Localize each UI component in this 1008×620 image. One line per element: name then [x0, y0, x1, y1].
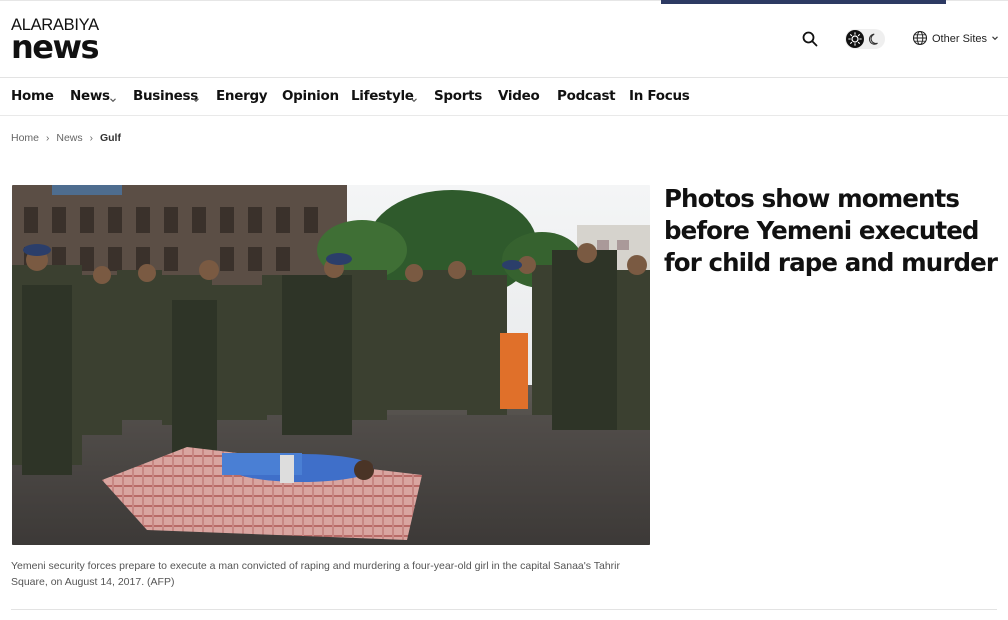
- nav-item-energy[interactable]: Energy: [216, 88, 268, 104]
- chevron-down-icon[interactable]: [192, 91, 200, 103]
- breadcrumb-current: Gulf: [99, 132, 121, 144]
- nav-divider: [0, 115, 1008, 116]
- nav-item-opinion[interactable]: Opinion: [282, 88, 339, 104]
- moon-icon: [867, 31, 883, 47]
- photo-credit: (AFP): [147, 576, 175, 588]
- nav-item-lifestyle[interactable]: Lifestyle: [351, 88, 414, 104]
- nav-item-podcast[interactable]: Podcast: [557, 88, 616, 104]
- search-icon[interactable]: [801, 30, 819, 48]
- caption-text: Yemeni security forces prepare to execut…: [11, 560, 620, 588]
- chevron-down-icon: [991, 33, 999, 45]
- photo-caption: Yemeni security forces prepare to execut…: [11, 558, 651, 590]
- content-divider: [11, 609, 997, 610]
- site-logo[interactable]: ALARABIYA news: [11, 17, 111, 63]
- breadcrumb: Home › News › Gulf: [11, 132, 121, 144]
- sun-icon: [846, 30, 864, 48]
- other-sites-label: Other Sites: [932, 33, 988, 45]
- article-headline: Photos show moments before Yemeni execut…: [664, 184, 998, 277]
- breadcrumb-news[interactable]: News: [56, 132, 82, 144]
- main-navigation: Home News Business Energy Opinion Lifest…: [0, 78, 1008, 115]
- other-sites-menu[interactable]: Other Sites: [912, 30, 999, 48]
- nav-item-home[interactable]: Home: [11, 88, 54, 104]
- breadcrumb-home[interactable]: Home: [11, 132, 39, 144]
- chevron-right-icon: ›: [46, 132, 50, 144]
- nav-item-in-focus[interactable]: In Focus: [629, 88, 690, 104]
- top-accent-bar: [661, 0, 946, 4]
- chevron-right-icon: ›: [89, 132, 93, 144]
- nav-item-business[interactable]: Business: [133, 88, 198, 104]
- chevron-down-icon[interactable]: [109, 91, 117, 103]
- article-photo[interactable]: [12, 185, 650, 545]
- chevron-down-icon[interactable]: [410, 91, 418, 103]
- globe-icon: [912, 30, 928, 49]
- theme-toggle[interactable]: [845, 29, 885, 49]
- nav-item-news[interactable]: News: [70, 88, 110, 104]
- logo-name: news: [11, 28, 100, 66]
- nav-item-sports[interactable]: Sports: [434, 88, 482, 104]
- nav-item-video[interactable]: Video: [498, 88, 540, 104]
